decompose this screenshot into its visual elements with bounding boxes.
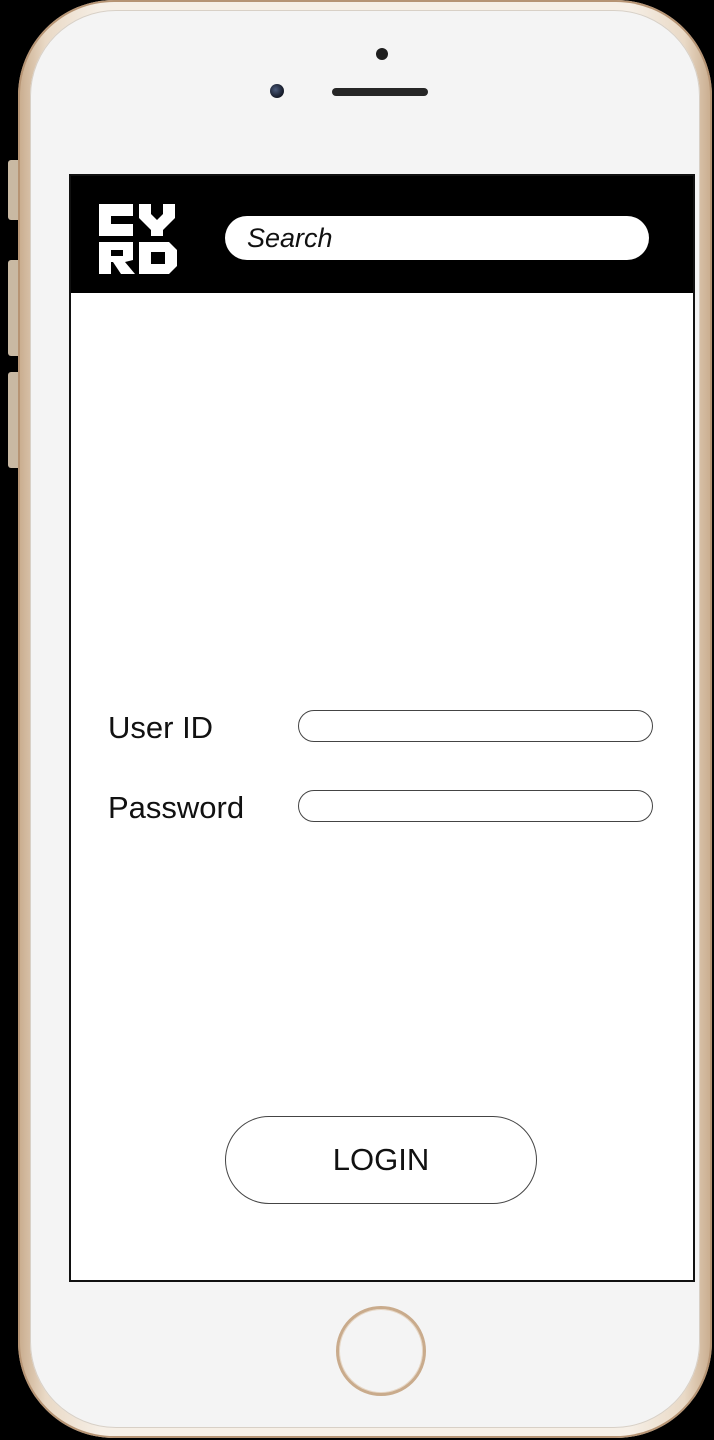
search-placeholder: Search [247, 222, 333, 253]
cyro-logo-icon [93, 200, 183, 278]
user-id-field[interactable] [298, 710, 653, 742]
search-input[interactable]: Search [225, 216, 649, 260]
phone-face: Search User ID Password LOGIN [30, 10, 700, 1428]
logo-graphic [99, 204, 177, 274]
user-id-label: User ID [108, 710, 214, 745]
app-header: Search [71, 176, 693, 293]
home-button-icon[interactable] [336, 1306, 426, 1396]
proximity-sensor-icon [376, 48, 388, 60]
phone-frame: Search User ID Password LOGIN [18, 0, 712, 1438]
password-row: Password [108, 788, 668, 828]
device-stage: Search User ID Password LOGIN [0, 0, 714, 1440]
app-screen: Search User ID Password LOGIN [69, 174, 695, 1282]
front-camera-icon [270, 84, 284, 98]
login-button-label: LOGIN [332, 1142, 430, 1177]
password-field[interactable] [298, 790, 653, 822]
user-id-row: User ID [108, 708, 668, 748]
password-label: Password [108, 790, 245, 825]
speaker-icon [332, 88, 428, 96]
login-button[interactable]: LOGIN [225, 1116, 537, 1204]
